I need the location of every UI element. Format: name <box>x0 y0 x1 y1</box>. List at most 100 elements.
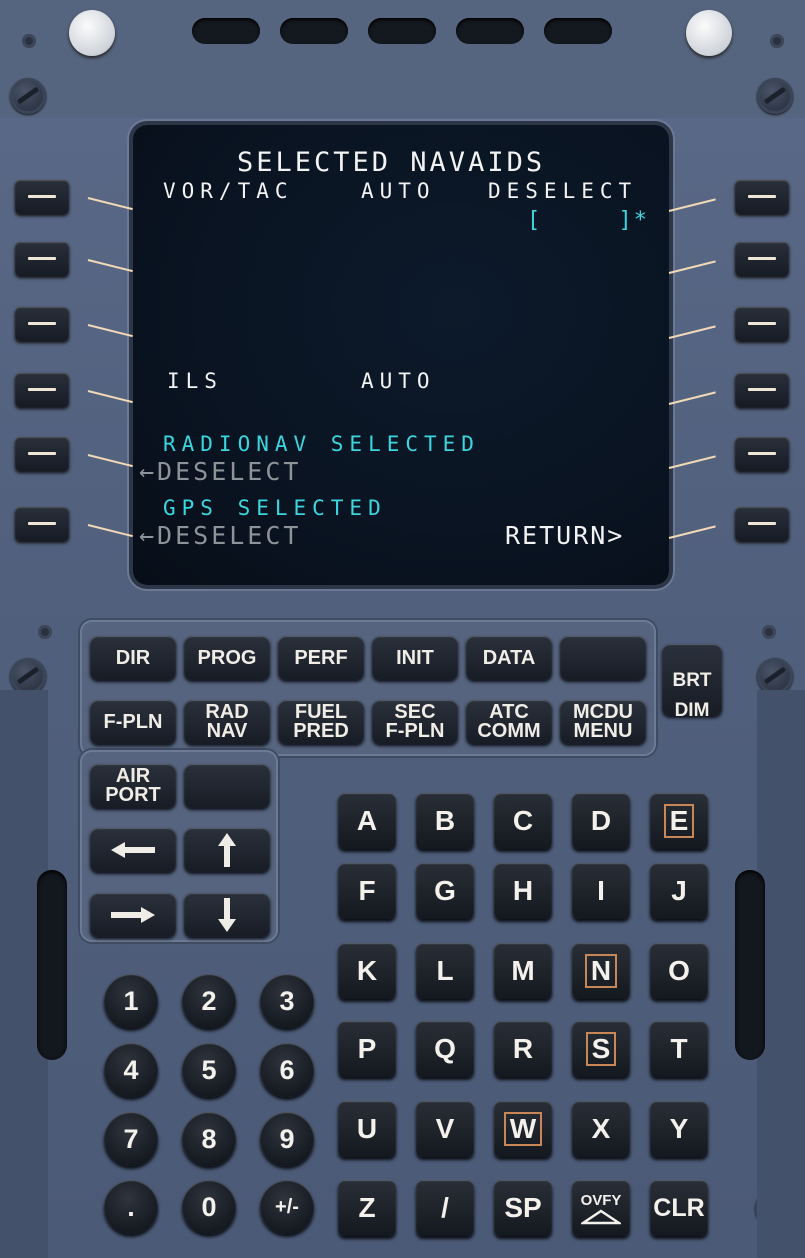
key-f[interactable]: F <box>338 863 396 919</box>
key-2[interactable]: 2 <box>182 974 236 1028</box>
sec-fpln-button[interactable]: SEC F-PLN <box>372 700 458 744</box>
lsk-pointer-line <box>87 259 133 273</box>
lsk-2r[interactable] <box>735 242 789 276</box>
key-m[interactable]: M <box>494 943 552 999</box>
lsk-pointer-line <box>668 260 716 274</box>
vortac-mode: AUTO <box>361 179 436 203</box>
arrow-up-icon <box>218 833 236 867</box>
screw-icon <box>10 658 46 694</box>
left-handle-slot <box>37 870 67 1060</box>
lsk-5r[interactable] <box>735 437 789 471</box>
blank-button[interactable] <box>560 636 646 680</box>
key-d[interactable]: D <box>572 793 630 849</box>
lsk-1l[interactable] <box>15 180 69 214</box>
slew-down-button[interactable] <box>184 893 270 937</box>
mcdu-display: SELECTED NAVAIDS VOR/TAC AUTO DESELECT [… <box>133 125 669 585</box>
key-g[interactable]: G <box>416 863 474 919</box>
key-w[interactable]: W <box>494 1101 552 1157</box>
key-5[interactable]: 5 <box>182 1043 236 1097</box>
key-x[interactable]: X <box>572 1101 630 1157</box>
key-3[interactable]: 3 <box>260 974 314 1028</box>
left-knob[interactable] <box>69 10 115 56</box>
key-ovfy[interactable]: OVFY <box>572 1180 630 1236</box>
lsk-pointer-line <box>668 525 716 539</box>
key-s[interactable]: S <box>572 1021 630 1077</box>
key-y[interactable]: Y <box>650 1101 708 1157</box>
key-sp[interactable]: SP <box>494 1180 552 1236</box>
key-n[interactable]: N <box>572 943 630 999</box>
mcdu-menu-button[interactable]: MCDU MENU <box>560 700 646 744</box>
annunciator-slot <box>368 18 436 44</box>
key-plus-minus[interactable]: +/- <box>260 1180 314 1234</box>
rivet-icon <box>762 625 776 639</box>
key-clr[interactable]: CLR <box>650 1180 708 1236</box>
key-7[interactable]: 7 <box>104 1112 158 1166</box>
lsk-3r[interactable] <box>735 307 789 341</box>
gps-deselect[interactable]: ←DESELECT <box>139 522 301 550</box>
key-l[interactable]: L <box>416 943 474 999</box>
lsk-4r[interactable] <box>735 373 789 407</box>
lsk-pointer-line <box>668 198 716 212</box>
key-j[interactable]: J <box>650 863 708 919</box>
key-0[interactable]: 0 <box>182 1180 236 1234</box>
return-prompt[interactable]: RETURN> <box>505 522 624 550</box>
key-6[interactable]: 6 <box>260 1043 314 1097</box>
lsk-pointer-line <box>668 455 716 469</box>
key-u[interactable]: U <box>338 1101 396 1157</box>
dir-button[interactable]: DIR <box>90 636 176 680</box>
airport-button[interactable]: AIR PORT <box>90 764 176 808</box>
data-button[interactable]: DATA <box>466 636 552 680</box>
lsk-1r[interactable] <box>735 180 789 214</box>
key-8[interactable]: 8 <box>182 1112 236 1166</box>
lsk-5l[interactable] <box>15 437 69 471</box>
prog-button[interactable]: PROG <box>184 636 270 680</box>
fpln-button[interactable]: F-PLN <box>90 700 176 744</box>
overfly-triangle-icon <box>581 1208 621 1224</box>
key-c[interactable]: C <box>494 793 552 849</box>
key-z[interactable]: Z <box>338 1180 396 1236</box>
atc-comm-button[interactable]: ATC COMM <box>466 700 552 744</box>
slew-right-button[interactable] <box>90 893 176 937</box>
right-knob[interactable] <box>686 10 732 56</box>
screw-icon <box>757 78 793 114</box>
key-4[interactable]: 4 <box>104 1043 158 1097</box>
lsk-4l[interactable] <box>15 373 69 407</box>
key-a[interactable]: A <box>338 793 396 849</box>
vortac-label: VOR/TAC <box>163 179 294 203</box>
key-slash[interactable]: / <box>416 1180 474 1236</box>
lsk-3l[interactable] <box>15 307 69 341</box>
mcdu-panel: SELECTED NAVAIDS VOR/TAC AUTO DESELECT [… <box>0 0 805 1258</box>
lsk-pointer-line <box>87 324 133 338</box>
key-9[interactable]: 9 <box>260 1112 314 1166</box>
init-button[interactable]: INIT <box>372 636 458 680</box>
ils-mode: AUTO <box>361 369 436 393</box>
key-o[interactable]: O <box>650 943 708 999</box>
key-r[interactable]: R <box>494 1021 552 1077</box>
key-i[interactable]: I <box>572 863 630 919</box>
rad-nav-button[interactable]: RAD NAV <box>184 700 270 744</box>
key-decimal[interactable]: . <box>104 1180 158 1234</box>
lsk-pointer-line <box>87 524 133 538</box>
fuel-pred-button[interactable]: FUEL PRED <box>278 700 364 744</box>
key-e[interactable]: E <box>650 793 708 849</box>
blank-button[interactable] <box>184 764 270 808</box>
key-s-label: S <box>585 1032 617 1066</box>
lsk-6l[interactable] <box>15 507 69 541</box>
key-k[interactable]: K <box>338 943 396 999</box>
key-q[interactable]: Q <box>416 1021 474 1077</box>
key-1[interactable]: 1 <box>104 974 158 1028</box>
lsk-2l[interactable] <box>15 242 69 276</box>
perf-button[interactable]: PERF <box>278 636 364 680</box>
ils-label: ILS <box>167 369 223 393</box>
slew-up-button[interactable] <box>184 828 270 872</box>
key-h[interactable]: H <box>494 863 552 919</box>
lsk-6r[interactable] <box>735 507 789 541</box>
radionav-deselect[interactable]: ←DESELECT <box>139 458 301 486</box>
dim-button[interactable]: DIM <box>662 686 722 734</box>
key-v[interactable]: V <box>416 1101 474 1157</box>
slew-left-button[interactable] <box>90 828 176 872</box>
deselect-entry-field[interactable]: [ ]* <box>527 207 649 235</box>
key-b[interactable]: B <box>416 793 474 849</box>
key-p[interactable]: P <box>338 1021 396 1077</box>
key-t[interactable]: T <box>650 1021 708 1077</box>
